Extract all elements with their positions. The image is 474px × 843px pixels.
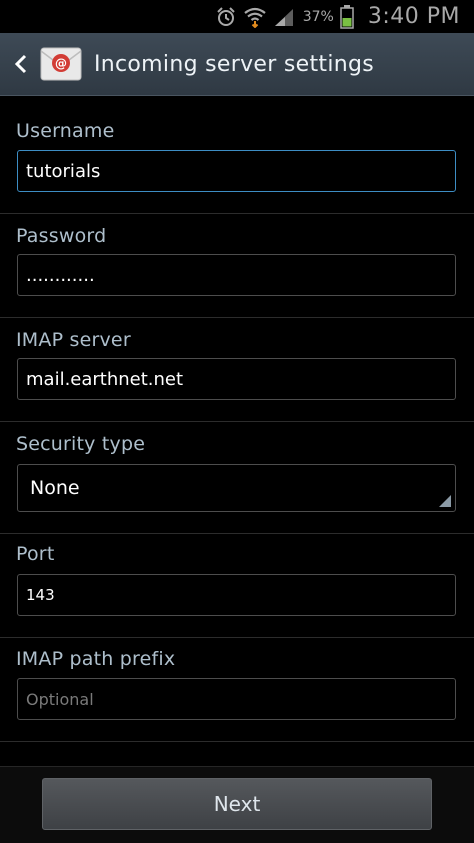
svg-text:@: @ [55, 57, 67, 71]
email-app-icon: @ [40, 46, 82, 82]
port-field[interactable] [17, 574, 456, 616]
imap-path-prefix-field[interactable] [17, 678, 456, 720]
security-type-select[interactable]: None [17, 464, 456, 512]
username-field[interactable] [17, 150, 456, 192]
password-section: Password [0, 214, 474, 318]
imap-path-prefix-label: IMAP path prefix [16, 648, 176, 670]
username-label: Username [16, 120, 115, 142]
imap-server-label: IMAP server [16, 329, 131, 351]
username-section: Username [0, 97, 474, 214]
security-type-value: None [30, 477, 80, 499]
port-label: Port [16, 543, 55, 565]
back-chevron-icon[interactable] [4, 53, 38, 75]
dropdown-corner-icon [439, 495, 451, 507]
imap-server-field[interactable] [17, 358, 456, 400]
port-section: Port [0, 534, 474, 638]
next-button[interactable]: Next [42, 778, 432, 830]
status-bar: 37% 3:40 PM [0, 0, 474, 33]
clock: 3:40 PM [367, 4, 460, 29]
page-title: Incoming server settings [94, 51, 374, 77]
battery-icon [340, 4, 354, 29]
imap-server-section: IMAP server [0, 318, 474, 422]
imap-path-prefix-section: IMAP path prefix [0, 638, 474, 742]
battery-percent: 37% [302, 8, 334, 25]
security-type-section: Security type None [0, 422, 474, 534]
password-label: Password [16, 225, 107, 247]
security-type-label: Security type [16, 433, 146, 455]
action-bar: @ Incoming server settings [0, 33, 474, 96]
password-field[interactable] [17, 254, 456, 296]
alarm-icon [215, 6, 237, 28]
wifi-icon [243, 6, 267, 28]
signal-icon [273, 7, 295, 27]
